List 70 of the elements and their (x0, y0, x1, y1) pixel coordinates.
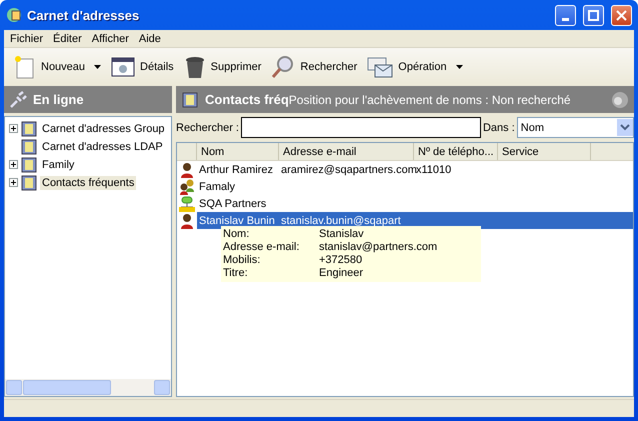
completion-status: Position pour l'achèvement de noms : Non recherché (288, 92, 572, 106)
close-button[interactable] (611, 4, 632, 26)
toolbar-button[interactable]: Supprimer (180, 52, 266, 82)
table-cell-text: aramirez@sqapartners.com (280, 164, 414, 176)
toolbar-button[interactable]: Nouveau (10, 52, 90, 82)
people-icon (179, 178, 195, 194)
address-book-icon (20, 138, 38, 154)
person-icon (180, 162, 194, 178)
toolbar-button[interactable]: Détails (107, 52, 178, 82)
menu-item[interactable]: Afficher (88, 32, 133, 44)
expand-icon[interactable] (9, 124, 18, 133)
contact-row[interactable]: Arthur Ramirez aramirez@sqapartners.comx11010 (197, 161, 633, 178)
scope-dropdown[interactable]: Nom (516, 117, 634, 138)
address-book-icon (181, 92, 199, 108)
table-cell-text: Stanislav Bunin (198, 214, 276, 226)
plug-icon (9, 90, 27, 108)
column-header[interactable]: Service (498, 143, 591, 160)
tooltip-value: Engineer (319, 267, 364, 280)
app-icon (6, 7, 22, 23)
tree-item[interactable]: Contacts fréquents (40, 176, 136, 190)
column-header[interactable]: Nom (197, 143, 279, 160)
search-label: Rechercher : (176, 122, 239, 134)
toolbar-button[interactable]: Opération (363, 52, 451, 82)
pane-title: En ligne (33, 92, 84, 107)
status-globe-icon (611, 90, 629, 108)
window-title: Carnet d'adresses (27, 8, 140, 22)
contact-row[interactable]: Famaly (197, 178, 633, 195)
menu-item[interactable]: Aide (134, 32, 165, 44)
menu-item[interactable]: Fichier (6, 32, 48, 44)
contact-row[interactable]: SQA Partners (197, 195, 633, 212)
expand-icon[interactable] (9, 160, 18, 169)
trash-can-icon (184, 55, 206, 79)
table-cell-text: SQA Partners (198, 198, 268, 210)
organization-icon (179, 196, 195, 212)
address-book-icon (20, 156, 38, 172)
menu-item[interactable]: Éditer (49, 32, 86, 44)
scope-label: Dans : (482, 122, 515, 134)
search-icon (271, 55, 296, 79)
new-page-icon (14, 55, 36, 79)
address-book-icon (20, 120, 38, 136)
details-window-icon (111, 56, 136, 78)
tooltip-value: Stanislav (319, 228, 365, 241)
column-header[interactable]: Nº de télépho... (414, 143, 498, 160)
tooltip-label: Mobilis: (223, 254, 262, 267)
maximize-icon (588, 10, 599, 20)
envelope-icon (367, 56, 394, 78)
tree-item[interactable]: Family (40, 158, 76, 172)
close-icon (616, 10, 627, 20)
tooltip-label: Titre: (223, 267, 249, 280)
tooltip-label: Adresse e-mail: (223, 241, 300, 254)
pane-title: Contacts fréq (205, 92, 289, 107)
address-book-icon (20, 174, 38, 190)
table-cell-text: Arthur Ramirez (198, 164, 274, 176)
tooltip-value: +372580 (319, 254, 364, 267)
column-header[interactable]: Adresse e-mail (279, 143, 414, 160)
minimize-button[interactable] (555, 4, 576, 26)
tooltip-label: Nom: (223, 228, 250, 241)
tree-item[interactable]: Carnet d'adresses Group (40, 122, 167, 136)
table-cell-text: stanislav.bunin@sqapart (280, 214, 402, 226)
table-cell-text: x11010 (416, 164, 452, 176)
scroll-thumb[interactable] (23, 380, 111, 395)
toolbar-button[interactable]: Rechercher (267, 52, 362, 82)
minimize-icon (562, 18, 569, 20)
table-cell-text: Famaly (198, 180, 236, 192)
search-field[interactable] (240, 117, 481, 138)
tree-item[interactable]: Carnet d'adresses LDAP (40, 140, 165, 154)
person-icon (180, 212, 194, 228)
tooltip-value: stanislav@partners.com (319, 241, 438, 254)
expand-icon[interactable] (9, 178, 18, 187)
maximize-button[interactable] (583, 4, 604, 26)
